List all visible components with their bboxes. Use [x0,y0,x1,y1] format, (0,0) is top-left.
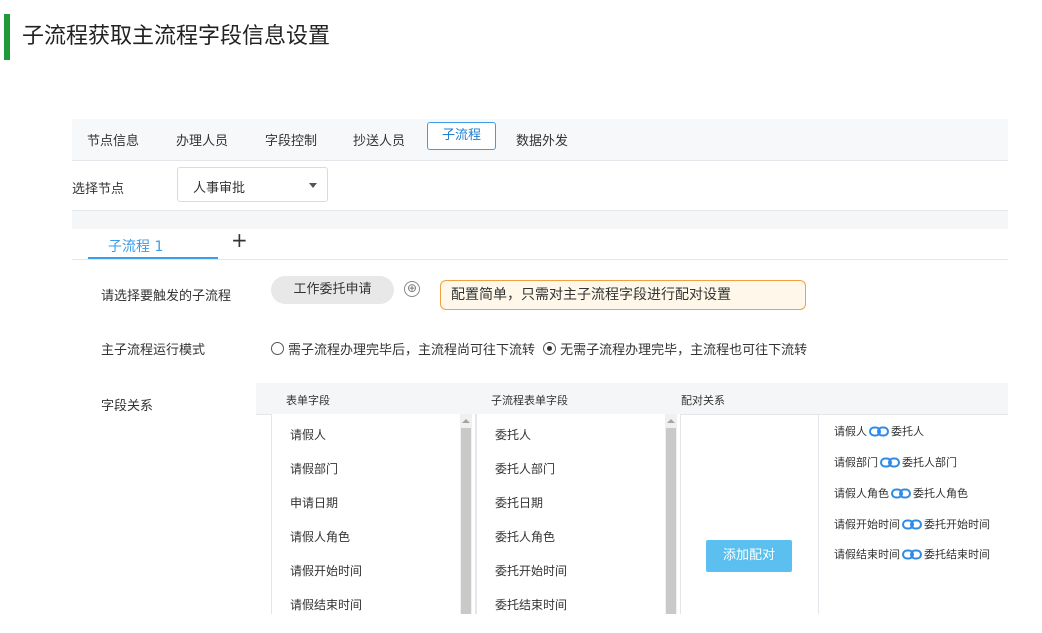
run-mode-option-2-label: 无需子流程办理完毕，主流程也可往下流转 [560,343,808,358]
scroll-up-icon[interactable] [667,419,675,423]
form-field-list[interactable]: 请假人 请假部门 申请日期 请假人角色 请假开始时间 请假结束时间 [271,414,476,614]
pair-right: 委托人角色 [913,487,968,500]
hint-callout: 配置简单，只需对主子流程字段进行配对设置 [440,280,806,310]
trigger-subprocess-label: 请选择要触发的子流程 [101,289,232,304]
list-item[interactable]: 请假开始时间 [290,562,362,579]
sub-field-list[interactable]: 委托人 委托人部门 委托日期 委托人角色 委托开始时间 委托结束时间 [476,414,681,614]
subtab-divider [72,259,1008,260]
add-pair-button[interactable]: 添加配对 [706,540,792,572]
list-item[interactable]: 请假部门 [290,460,338,477]
col-header-pairing: 配对关系 [681,394,725,407]
pair-left: 请假人 [834,425,867,438]
scroll-thumb[interactable] [461,428,471,614]
pair-item[interactable]: 请假人 委托人 [834,423,924,439]
field-relation-label: 字段关系 [101,399,154,414]
caret-down-icon [309,183,317,188]
col-header-sub-field: 子流程表单字段 [491,394,568,407]
add-circle-icon[interactable]: ⊕ [404,281,420,297]
pair-right: 委托人 [891,425,924,438]
field-grid-header [256,383,1008,415]
list-item[interactable]: 委托人 [495,426,531,443]
scroll-thumb[interactable] [666,428,676,614]
run-mode-option-1[interactable]: 需子流程办理完毕后，主流程尚可往下流转 [271,342,536,358]
list-item[interactable]: 委托人角色 [495,528,555,545]
node-select-value: 人事审批 [193,181,246,196]
title-accent-bar [4,14,10,60]
scroll-up-icon[interactable] [462,419,470,423]
pair-item[interactable]: 请假结束时间 委托结束时间 [834,546,990,562]
scrollbar[interactable] [460,414,472,614]
pair-left: 请假人角色 [834,487,889,500]
tab-subprocess[interactable]: 子流程 [427,122,497,150]
subtab-active-indicator [88,257,218,259]
link-icon [869,426,889,437]
tab-data-export[interactable]: 数据外发 [516,130,568,149]
list-item[interactable]: 委托人部门 [495,460,555,477]
radio-unchecked-icon[interactable] [271,342,284,355]
pair-right: 委托开始时间 [924,518,990,531]
subtab-subprocess-1[interactable]: 子流程 1 [108,236,163,256]
run-mode-options: 需子流程办理完毕后，主流程尚可往下流转 无需子流程办理完毕，主流程也可往下流转 [271,339,807,358]
tab-cc-people[interactable]: 抄送人员 [353,130,405,149]
link-icon [891,488,911,499]
tab-handlers[interactable]: 办理人员 [176,130,228,149]
list-item[interactable]: 请假人 [290,426,326,443]
link-icon [902,519,922,530]
pair-item[interactable]: 请假部门 委托人部门 [834,454,957,470]
pair-left: 请假部门 [834,456,878,469]
list-item[interactable]: 申请日期 [290,494,338,511]
radio-checked-icon[interactable] [543,342,557,355]
list-item[interactable]: 委托开始时间 [495,562,567,579]
run-mode-option-1-label: 需子流程办理完毕后，主流程尚可往下流转 [288,343,536,358]
list-item[interactable]: 委托结束时间 [495,596,567,613]
pair-list: 请假人 委托人 请假部门 委托人部门 请假人角色 委托人角色 请假开始时间 委托开始时间… [818,414,1009,614]
pair-right: 委托结束时间 [924,548,990,561]
list-item[interactable]: 请假结束时间 [290,596,362,613]
subprocess-select-button[interactable]: 工作委托申请 [271,276,394,304]
tab-node-info[interactable]: 节点信息 [87,130,139,149]
add-subtab-icon[interactable]: + [231,228,248,252]
pair-right: 委托人部门 [902,456,957,469]
col-header-form-field: 表单字段 [286,394,330,407]
list-item[interactable]: 委托日期 [495,494,543,511]
select-node-label: 选择节点 [72,182,125,197]
run-mode-option-2[interactable]: 无需子流程办理完毕，主流程也可往下流转 [543,342,808,358]
pair-left: 请假结束时间 [834,548,900,561]
link-icon [880,457,900,468]
tab-field-control[interactable]: 字段控制 [265,130,317,149]
run-mode-label: 主子流程运行模式 [101,343,206,358]
link-icon [902,549,922,560]
node-select[interactable]: 人事审批 [177,167,328,202]
pair-item[interactable]: 请假开始时间 委托开始时间 [834,516,990,532]
list-item[interactable]: 请假人角色 [290,528,350,545]
page-title: 子流程获取主流程字段信息设置 [22,24,331,49]
pair-item[interactable]: 请假人角色 委托人角色 [834,485,968,501]
section-divider [72,210,1008,229]
pair-left: 请假开始时间 [834,518,900,531]
scrollbar[interactable] [665,414,677,614]
